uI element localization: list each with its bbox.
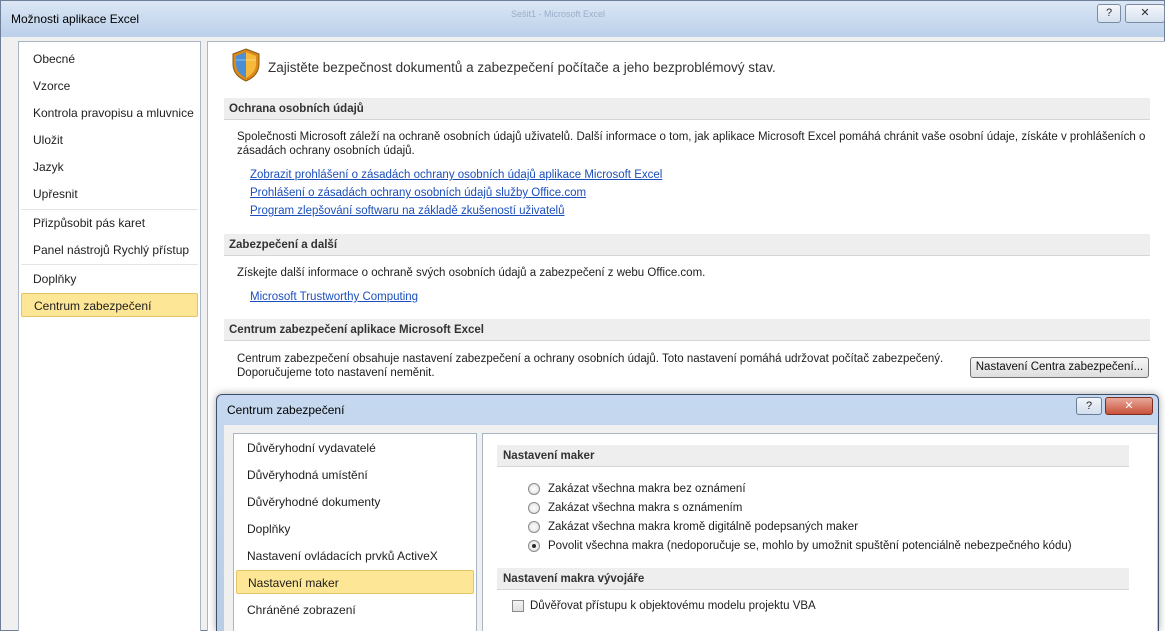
privacy-heading: Ochrana osobních údajů <box>224 98 1150 120</box>
page-intro: Zajistěte bezpečnost dokumentů a zabezpe… <box>268 60 776 75</box>
background-window-title: Sešit1 - Microsoft Excel <box>511 9 606 19</box>
tc-nav: Důvěryhodní vydavatelé Důvěryhodná umíst… <box>233 433 477 631</box>
radio-disable-no-notify[interactable]: Zakázat všechna makra bez oznámení <box>528 481 828 497</box>
nav-item-advanced[interactable]: Upřesnit <box>21 182 198 206</box>
nav-item-save[interactable]: Uložit <box>21 128 198 152</box>
tc-nav-activex[interactable]: Nastavení ovládacích prvků ActiveX <box>236 544 474 568</box>
nav-divider <box>21 209 198 210</box>
nav-item-qat[interactable]: Panel nástrojů Rychlý přístup <box>21 238 198 262</box>
dialog-title: Možnosti aplikace Excel <box>11 12 140 26</box>
tc-nav-addins[interactable]: Doplňky <box>236 517 474 541</box>
privacy-link-excel[interactable]: Zobrazit prohlášení o zásadách ochrany o… <box>250 169 662 181</box>
checkbox[interactable] <box>512 600 524 612</box>
trust-center-heading: Centrum zabezpečení aplikace Microsoft E… <box>224 319 1150 341</box>
tc-macro-settings-panel: Nastavení maker Zakázat všechna makra be… <box>482 433 1157 631</box>
nav-item-vzorce[interactable]: Vzorce <box>21 74 198 98</box>
privacy-text-line2: zásadách ochrany osobních údajů. <box>237 145 415 157</box>
security-heading: Zabezpečení a další <box>224 234 1150 256</box>
trust-center-settings-button[interactable]: Nastavení Centra zabezpečení... <box>970 357 1149 378</box>
privacy-link-office[interactable]: Prohlášení o zásadách ochrany osobních ú… <box>250 187 586 199</box>
radio-label: Povolit všechna makra (nedoporučuje se, … <box>548 540 1072 552</box>
radio-button-selected[interactable] <box>528 540 540 552</box>
nav-divider <box>21 264 198 265</box>
nav-item-trust-center[interactable]: Centrum zabezpečení <box>21 293 198 317</box>
developer-macro-heading: Nastavení makra vývojáře <box>497 568 1129 590</box>
nav-item-obecne[interactable]: Obecné <box>21 47 198 71</box>
shield-icon <box>232 48 260 82</box>
tc-nav-trusted-documents[interactable]: Důvěryhodné dokumenty <box>236 490 474 514</box>
privacy-text-line1: Společnosti Microsoft záleží na ochraně … <box>237 131 1146 143</box>
radio-button[interactable] <box>528 521 540 533</box>
trustworthy-computing-link[interactable]: Microsoft Trustworthy Computing <box>250 291 418 303</box>
radio-disable-except-signed[interactable]: Zakázat všechna makra kromě digitálně po… <box>528 519 928 535</box>
tc-nav-macro-settings[interactable]: Nastavení maker <box>236 570 474 594</box>
nav-item-addins[interactable]: Doplňky <box>21 267 198 291</box>
radio-button[interactable] <box>528 502 540 514</box>
radio-label: Zakázat všechna makra s oznámením <box>548 502 743 514</box>
close-button[interactable]: ✕ <box>1125 4 1165 23</box>
radio-enable-all[interactable]: Povolit všechna makra (nedoporučuje se, … <box>528 538 1128 554</box>
radio-label: Zakázat všechna makra bez oznámení <box>548 483 746 495</box>
nav-item-proofing[interactable]: Kontrola pravopisu a mluvnice <box>21 101 198 125</box>
security-text: Získejte další informace o ochraně svých… <box>237 267 706 279</box>
trust-center-dialog: Centrum zabezpečení ? ✕ Důvěryhodní vyda… <box>216 394 1159 631</box>
radio-button[interactable] <box>528 483 540 495</box>
checkbox-label: Důvěřovat přístupu k objektovému modelu … <box>530 600 816 612</box>
tc-close-button[interactable]: ✕ <box>1105 397 1153 415</box>
vba-trust-checkbox[interactable]: Důvěřovat přístupu k objektovému modelu … <box>512 598 912 614</box>
tc-dialog-title: Centrum zabezpečení <box>227 403 345 417</box>
nav-item-language[interactable]: Jazyk <box>21 155 198 179</box>
privacy-link-ceip[interactable]: Program zlepšování softwaru na základě z… <box>250 205 565 217</box>
radio-disable-notify[interactable]: Zakázat všechna makra s oznámením <box>528 500 828 516</box>
tc-nav-trusted-locations[interactable]: Důvěryhodná umístění <box>236 463 474 487</box>
tc-help-button[interactable]: ? <box>1076 397 1102 415</box>
tc-nav-trusted-publishers[interactable]: Důvěryhodní vydavatelé <box>236 436 474 460</box>
radio-label: Zakázat všechna makra kromě digitálně po… <box>548 521 859 533</box>
macro-settings-heading: Nastavení maker <box>497 445 1129 467</box>
tc-nav-protected-view[interactable]: Chráněné zobrazení <box>236 598 474 622</box>
help-button[interactable]: ? <box>1097 4 1121 23</box>
options-nav: Obecné Vzorce Kontrola pravopisu a mluvn… <box>18 41 201 631</box>
tc-body: Důvěryhodní vydavatelé Důvěryhodná umíst… <box>224 425 1157 631</box>
title-bar: Možnosti aplikace Excel Sešit1 - Microso… <box>1 1 1165 37</box>
nav-item-ribbon[interactable]: Přizpůsobit pás karet <box>21 211 198 235</box>
